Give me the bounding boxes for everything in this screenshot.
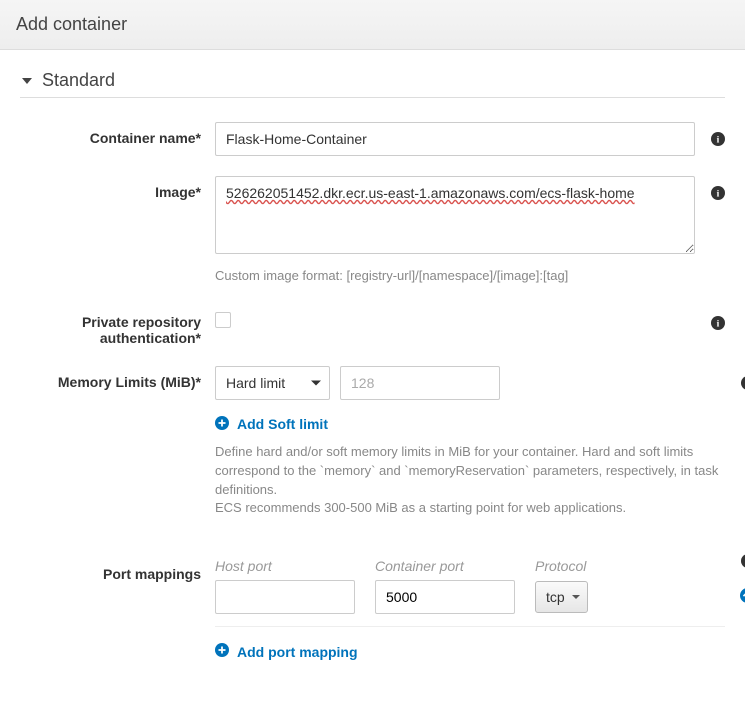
port-mapping-row: tcp xyxy=(215,580,725,627)
memory-help: Define hard and/or soft memory limits in… xyxy=(215,443,725,518)
info-icon[interactable]: i xyxy=(711,186,725,200)
svg-text:i: i xyxy=(717,135,720,146)
add-port-mapping-button[interactable]: Add port mapping xyxy=(215,643,358,660)
image-row: Image* 526262051452.dkr.ecr.us-east-1.am… xyxy=(20,176,725,286)
memory-limits-control: Hard limit i Add Soft limit Define hard … xyxy=(215,366,725,518)
memory-type-value: Hard limit xyxy=(226,375,285,391)
image-control: 526262051452.dkr.ecr.us-east-1.amazonaws… xyxy=(215,176,695,286)
private-repo-label: Private repository authentication* xyxy=(20,306,215,346)
protocol-select[interactable]: tcp xyxy=(535,581,588,613)
image-help: Custom image format: [registry-url]/[nam… xyxy=(215,267,695,286)
private-repo-row: Private repository authentication* i xyxy=(20,306,725,346)
protocol-header: Protocol xyxy=(535,558,605,574)
memory-limits-label: Memory Limits (MiB)* xyxy=(20,366,215,390)
protocol-value: tcp xyxy=(546,589,565,605)
info-icon[interactable]: i xyxy=(741,376,745,390)
private-repo-control: i xyxy=(215,306,695,328)
remove-port-button[interactable] xyxy=(740,588,745,606)
add-soft-limit-button[interactable]: Add Soft limit xyxy=(215,416,328,433)
private-repo-checkbox[interactable] xyxy=(215,312,231,328)
image-input[interactable]: 526262051452.dkr.ecr.us-east-1.amazonaws… xyxy=(215,176,695,254)
host-port-input[interactable] xyxy=(215,580,355,614)
memory-value-input[interactable] xyxy=(340,366,500,400)
chevron-down-icon xyxy=(22,78,32,84)
plus-circle-icon xyxy=(215,416,229,433)
container-name-row: Container name* i xyxy=(20,122,725,156)
panel-title: Add container xyxy=(16,14,127,34)
memory-limits-row: Memory Limits (MiB)* Hard limit i Add So… xyxy=(20,366,725,518)
container-name-control: i xyxy=(215,122,695,156)
info-icon[interactable]: i xyxy=(741,554,745,568)
chevron-down-icon xyxy=(572,595,580,599)
memory-type-select[interactable]: Hard limit xyxy=(215,366,330,400)
port-mappings-label: Port mappings xyxy=(20,558,215,582)
svg-text:i: i xyxy=(717,318,720,329)
container-port-input[interactable] xyxy=(375,580,515,614)
plus-circle-icon xyxy=(215,643,229,660)
info-icon[interactable]: i xyxy=(711,316,725,330)
section-title: Standard xyxy=(42,70,115,91)
add-port-mapping-label: Add port mapping xyxy=(237,644,358,660)
panel-header: Add container xyxy=(0,0,745,50)
port-mappings-row: Port mappings i Host port Container port… xyxy=(20,558,725,660)
container-name-input[interactable] xyxy=(215,122,695,156)
container-port-header: Container port xyxy=(375,558,515,574)
add-soft-limit-label: Add Soft limit xyxy=(237,416,328,432)
image-label: Image* xyxy=(20,176,215,200)
host-port-header: Host port xyxy=(215,558,355,574)
port-mappings-control: i Host port Container port Protocol tcp xyxy=(215,558,725,660)
svg-text:i: i xyxy=(717,189,720,200)
memory-limits-inputs: Hard limit xyxy=(215,366,725,400)
container-name-label: Container name* xyxy=(20,122,215,146)
port-headers: Host port Container port Protocol xyxy=(215,558,725,574)
info-icon[interactable]: i xyxy=(711,132,725,146)
standard-section: Standard Container name* i Image* 526262… xyxy=(0,50,745,660)
chevron-down-icon xyxy=(311,380,321,385)
section-toggle-row[interactable]: Standard xyxy=(20,70,725,98)
